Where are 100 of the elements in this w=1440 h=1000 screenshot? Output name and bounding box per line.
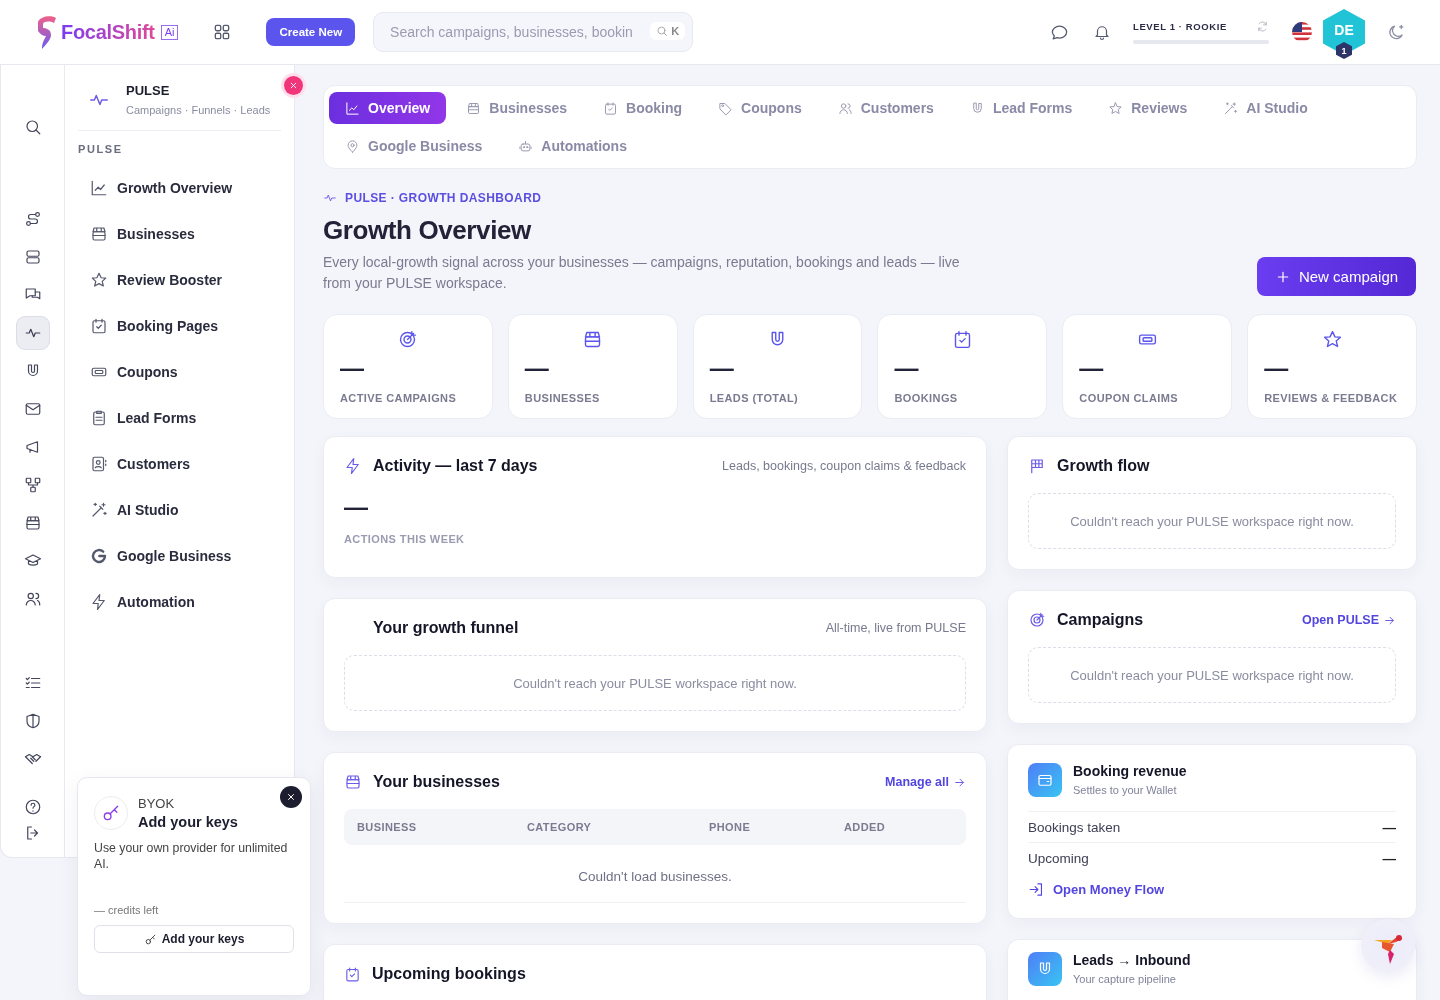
stat-label: REVIEWS & FEEDBACK	[1264, 392, 1399, 404]
star-icon	[90, 271, 108, 289]
sidebar-item[interactable]: Automation	[78, 579, 281, 625]
sidebar-item[interactable]: Lead Forms	[78, 395, 281, 441]
users-icon	[23, 590, 42, 608]
magic-wand-icon	[90, 501, 108, 519]
card-title: Upcoming bookings	[372, 965, 526, 983]
tab[interactable]: Overview	[329, 92, 447, 124]
close-icon	[285, 791, 297, 803]
stat-label: BOOKINGS	[894, 392, 959, 404]
sidebar-item[interactable]: AI Studio	[78, 487, 281, 533]
moon-icon	[1387, 22, 1406, 42]
storefront-icon	[90, 225, 108, 243]
stat-label: COUPON CLAIMS	[1079, 392, 1180, 404]
stat-value: —	[524, 354, 550, 382]
card-title: Booking revenue	[1073, 763, 1187, 779]
card-title: Activity — last 7 days	[373, 457, 538, 475]
shortcut-hint: K	[650, 22, 686, 40]
sign-in-icon	[1028, 881, 1045, 898]
card-subtitle: Settles to your Wallet	[1073, 784, 1178, 796]
clipboard-icon	[90, 409, 108, 427]
byok-eyebrow: BYOK	[138, 796, 176, 811]
search-icon	[23, 118, 42, 136]
contact-card-icon	[90, 455, 108, 473]
calendar-check-icon	[603, 100, 619, 116]
robot-icon	[518, 138, 534, 154]
help-icon	[23, 798, 42, 816]
sidebar-item[interactable]: Businesses	[78, 211, 281, 257]
table-empty-message: Couldn't load businesses.	[344, 845, 966, 903]
sidebar-item[interactable]: Growth Overview	[78, 165, 281, 211]
dismiss-button[interactable]	[280, 786, 302, 808]
activity-value: —	[344, 493, 369, 521]
empty-state: Couldn't reach your PULSE workspace right now.	[1028, 493, 1396, 549]
star-icon	[1108, 100, 1124, 116]
tab[interactable]: Booking	[587, 92, 699, 124]
page-description: Every local-growth signal across your businesses — campaigns, reputation, bookings and leads — live from your PULSE workspace.	[323, 253, 961, 293]
stat-label: ACTIVE CAMPAIGNS	[340, 392, 458, 404]
tab[interactable]: Reviews	[1092, 92, 1204, 124]
line-chart-icon	[345, 100, 360, 116]
tag-icon	[718, 100, 734, 116]
card-title: Growth flow	[1057, 457, 1150, 475]
column-header: BUSINESS	[357, 821, 418, 833]
tab[interactable]: Customers	[821, 92, 950, 124]
flag-icon	[1028, 457, 1046, 475]
sidebar-item[interactable]: Google Business	[78, 533, 281, 579]
add-keys-button[interactable]: Add your keys	[94, 925, 294, 953]
tab[interactable]: AI Studio	[1207, 92, 1324, 124]
tab[interactable]: Lead Forms	[953, 92, 1089, 124]
create-new-button[interactable]: Create New	[266, 18, 356, 46]
metric-label: Upcoming	[1028, 850, 1089, 866]
module-subtitle: Campaigns · Funnels · Leads	[126, 104, 271, 116]
sidebar-item[interactable]: Coupons	[78, 349, 281, 395]
stat-label: BUSINESSES	[524, 392, 601, 404]
new-campaign-button[interactable]: New campaign	[1257, 257, 1416, 296]
notifications-button[interactable]	[1093, 23, 1111, 41]
manage-all-link[interactable]: Manage all	[885, 775, 966, 789]
sidebar-item[interactable]: Customers	[78, 441, 281, 487]
open-money-flow-link[interactable]: Open Money Flow	[1028, 881, 1396, 898]
stat-label: LEADS (TOTAL)	[709, 392, 800, 404]
notification-icon	[1093, 23, 1111, 41]
search-icon	[656, 25, 669, 37]
stat-value: —	[709, 354, 735, 382]
storefront-icon	[23, 514, 42, 532]
card-note: All-time, live from PULSE	[825, 621, 966, 635]
credits-left: — credits left	[94, 904, 160, 916]
close-button[interactable]	[284, 76, 303, 95]
card-title: Your businesses	[373, 773, 500, 791]
section-label: PULSE	[78, 142, 124, 157]
column-header: CATEGORY	[527, 821, 593, 833]
tab[interactable]: Google Business	[329, 130, 499, 162]
map-pin-icon	[345, 138, 360, 154]
level-label: LEVEL 1 · ROOKIE	[1133, 21, 1227, 32]
module-title: PULSE	[126, 83, 171, 98]
open-pulse-link[interactable]: Open PULSE	[1301, 613, 1396, 627]
g-letter-icon	[90, 547, 108, 565]
magic-wand-icon	[1223, 100, 1239, 116]
target-icon	[1028, 611, 1046, 629]
empty-state: Couldn't reach your PULSE workspace right now.	[1028, 647, 1396, 703]
stat-value: —	[894, 354, 920, 382]
sidebar-item[interactable]: Review Booster	[78, 257, 281, 303]
column-header: PHONE	[709, 821, 752, 833]
metric-label: Bookings taken	[1028, 819, 1121, 835]
tab[interactable]: Coupons	[702, 92, 818, 124]
metric-value: —	[1382, 850, 1396, 866]
tab[interactable]: Businesses	[450, 92, 584, 124]
key-icon	[101, 803, 121, 823]
metric-value: —	[1382, 819, 1396, 835]
empty-state: Couldn't reach your PULSE workspace right now.	[344, 655, 966, 711]
byok-title: Add your keys	[138, 814, 238, 830]
us-flag-icon[interactable]	[1291, 21, 1313, 43]
ai-badge: Ai	[160, 24, 179, 40]
stat-value: —	[1264, 354, 1290, 382]
refresh-icon	[1256, 20, 1269, 33]
server-icon	[23, 248, 42, 266]
theme-toggle[interactable]	[1387, 22, 1406, 42]
tab[interactable]: Automations	[502, 130, 643, 162]
nodes-icon	[23, 476, 42, 494]
line-chart-icon	[90, 179, 108, 197]
sidebar-item[interactable]: Booking Pages	[78, 303, 281, 349]
users-icon	[837, 100, 853, 116]
